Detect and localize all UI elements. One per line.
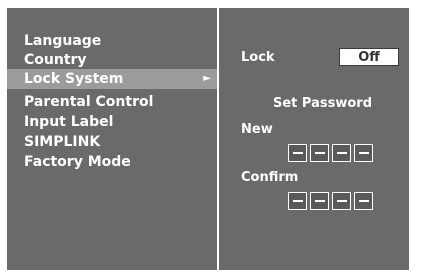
lock-system-panel: Lock Off Set Password New Confirm [219,8,409,270]
menu-item-lock-system[interactable]: Lock System ► [7,69,217,89]
menu-item-label: Factory Mode [24,154,131,170]
set-password-title: Set Password [273,96,373,111]
menu-item-label: SIMPLINK [24,134,101,150]
menu-item-simplink[interactable]: SIMPLINK [7,132,217,152]
confirm-password-label: Confirm [241,170,299,185]
menu-item-input-label[interactable]: Input Label [7,112,217,132]
dash-icon [358,200,369,202]
new-password-digit-2[interactable] [310,144,329,162]
lock-label: Lock [241,50,275,65]
confirm-password-digit-1[interactable] [288,192,307,210]
arrow-right-icon: ► [203,73,211,84]
confirm-password-field[interactable] [288,192,373,210]
menu-item-parental-control[interactable]: Parental Control [7,92,217,112]
dash-icon [314,200,325,202]
confirm-password-digit-2[interactable] [310,192,329,210]
osd-menu-window: Language Country Lock System ► Parental … [5,6,411,272]
dash-icon [292,152,303,154]
main-menu: Language Country Lock System ► Parental … [7,8,217,270]
confirm-password-digit-3[interactable] [332,192,351,210]
new-password-field[interactable] [288,144,373,162]
menu-item-label: Country [24,52,87,68]
dash-icon [292,200,303,202]
menu-item-label: Language [24,33,102,49]
new-password-digit-1[interactable] [288,144,307,162]
menu-item-country[interactable]: Country [7,50,217,70]
confirm-password-digit-4[interactable] [354,192,373,210]
new-password-digit-3[interactable] [332,144,351,162]
new-password-digit-4[interactable] [354,144,373,162]
menu-item-label: Input Label [24,114,114,130]
menu-item-factory-mode[interactable]: Factory Mode [7,152,217,172]
dash-icon [314,152,325,154]
dash-icon [336,200,347,202]
dash-icon [358,152,369,154]
new-password-label: New [241,122,273,137]
menu-item-language[interactable]: Language [7,31,217,51]
lock-toggle-button[interactable]: Off [339,48,399,66]
dash-icon [336,152,347,154]
menu-item-label: Lock System [24,71,124,87]
menu-item-label: Parental Control [24,94,154,110]
